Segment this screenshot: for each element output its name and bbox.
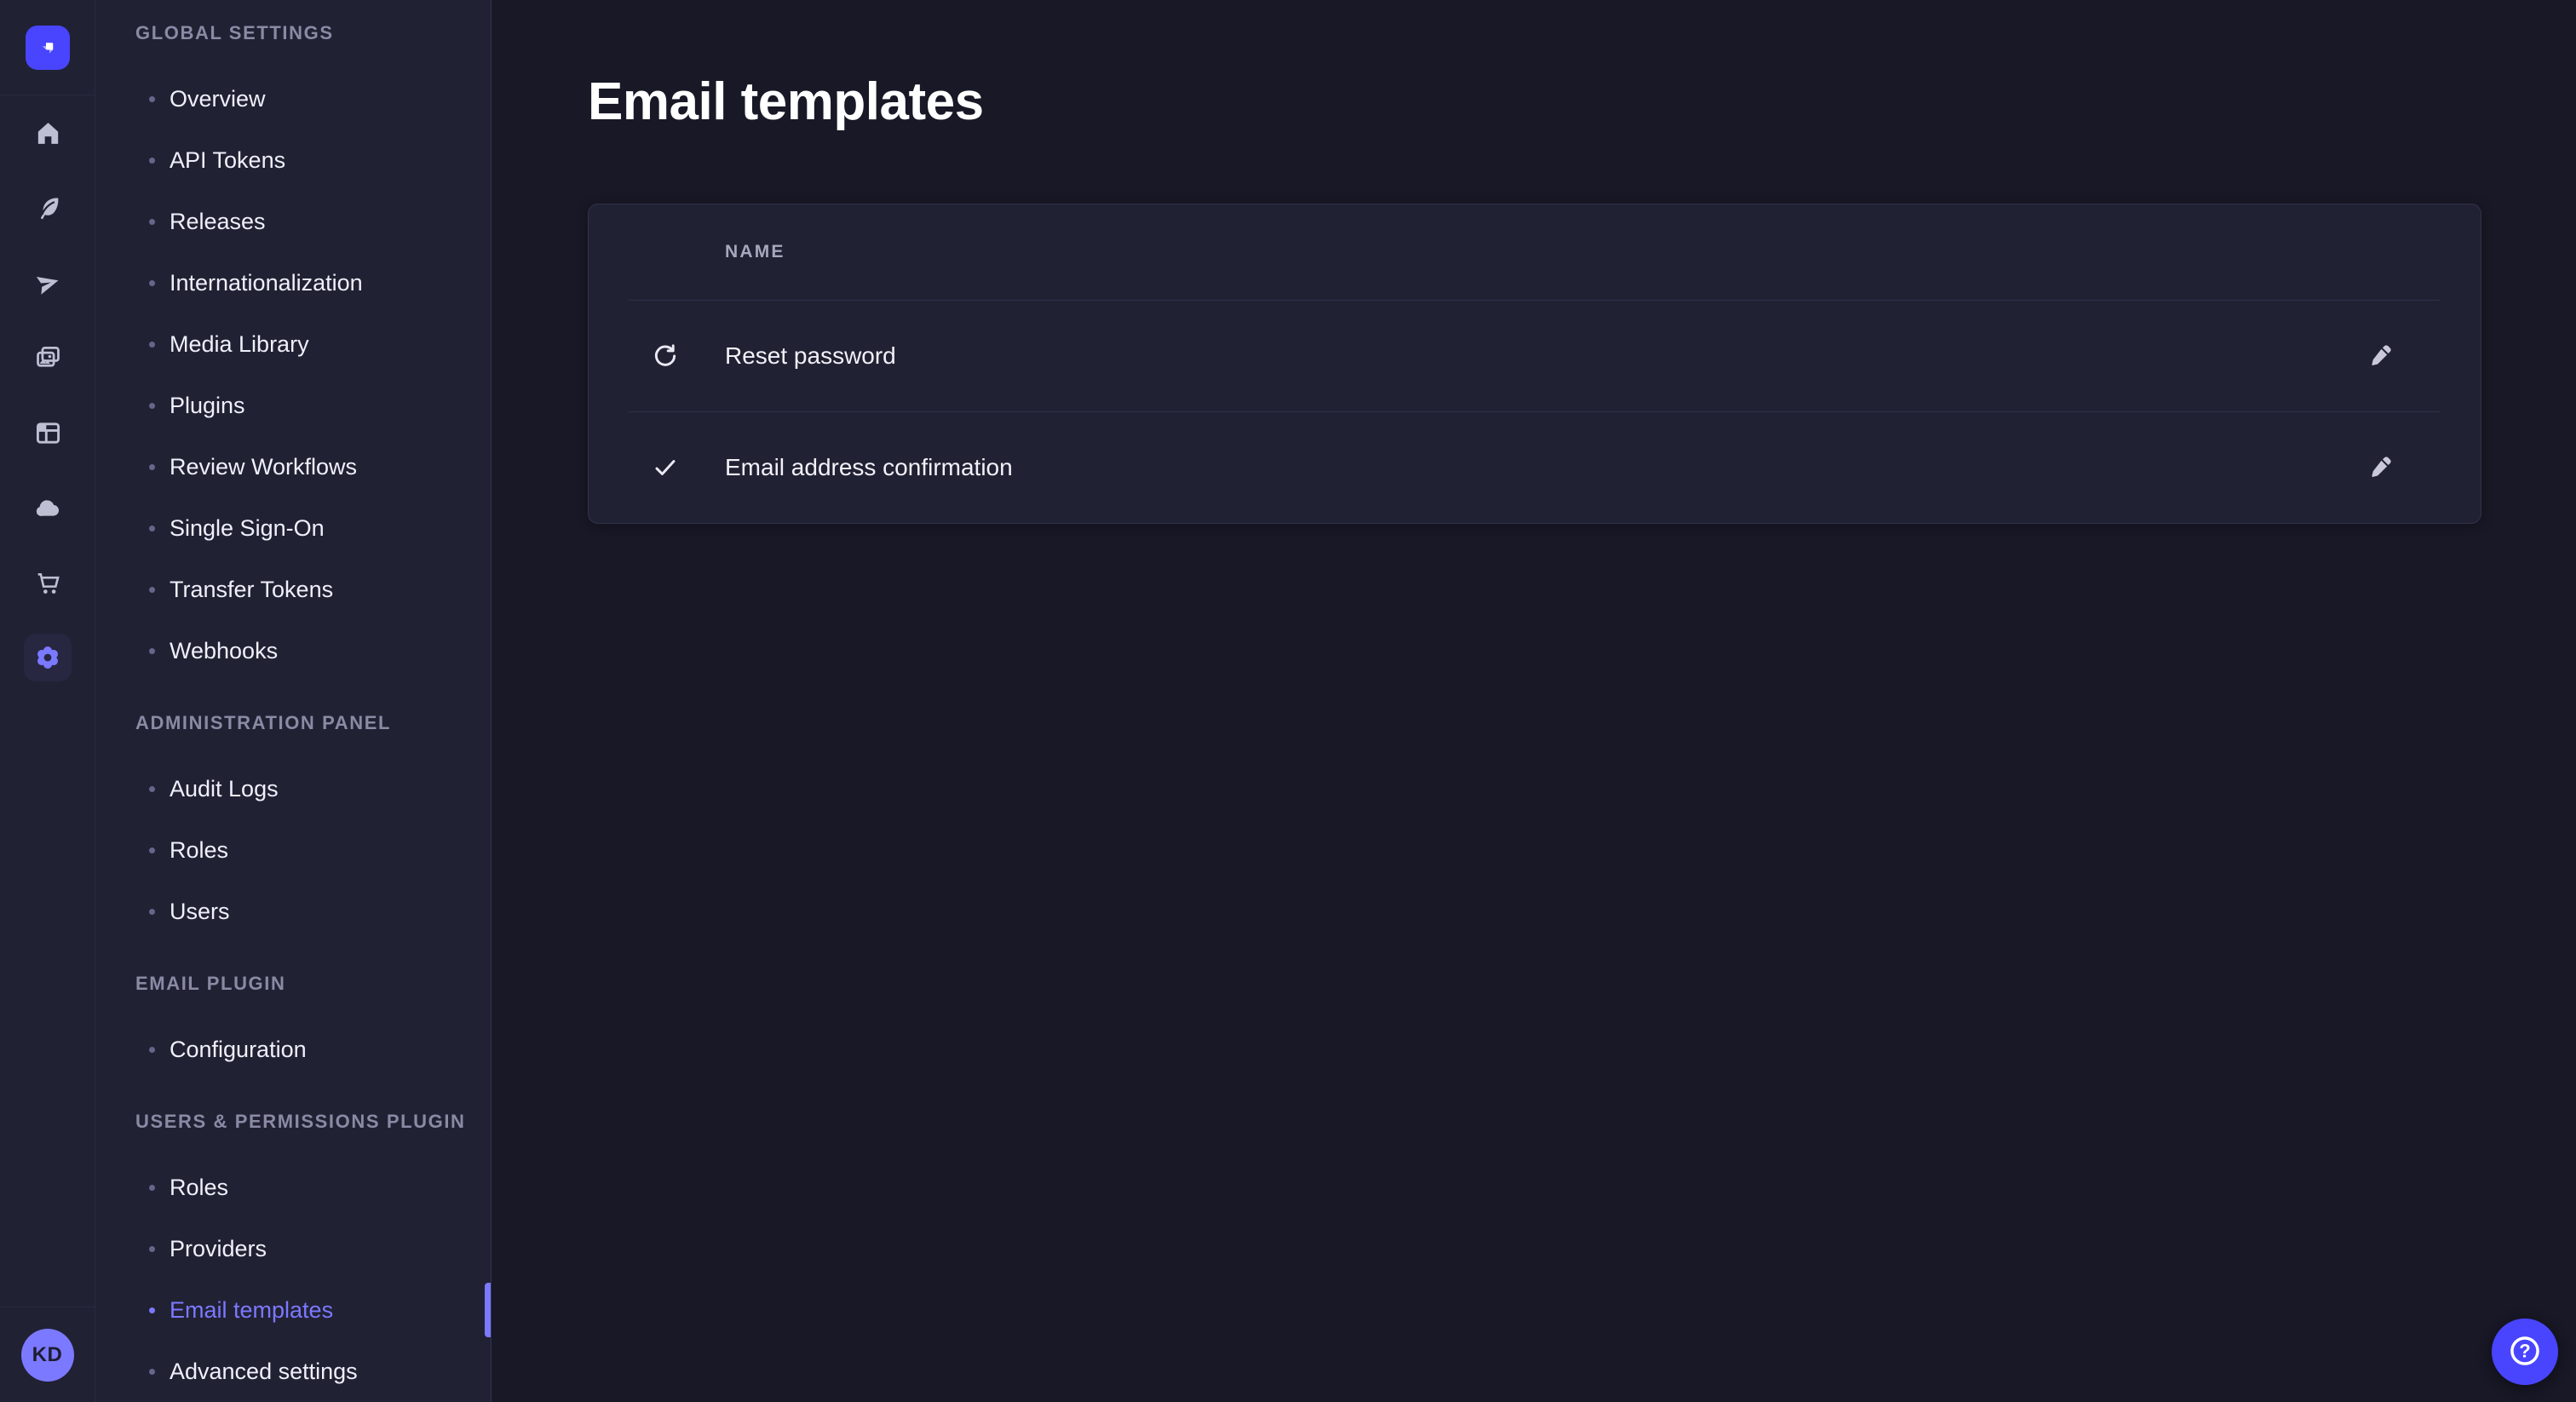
template-name: Reset password: [725, 342, 896, 370]
strapi-logo-icon[interactable]: [26, 26, 70, 70]
bullet-icon: [149, 464, 155, 470]
sidebar-item-media-library[interactable]: Media Library: [95, 313, 491, 375]
main-nav-rail: KD: [0, 0, 95, 1402]
bullet-icon: [149, 1246, 155, 1252]
nav-list: Configuration: [95, 1019, 491, 1080]
page-title: Email templates: [588, 72, 2480, 132]
bullet-icon: [149, 219, 155, 225]
settings-sidebar: GLOBAL SETTINGS Overview API Tokens Rele…: [95, 0, 492, 1402]
sidebar-item-admin-roles[interactable]: Roles: [95, 819, 491, 881]
sidebar-item-providers[interactable]: Providers: [95, 1218, 491, 1279]
help-button[interactable]: ?: [2492, 1319, 2558, 1385]
bullet-icon: [149, 1307, 155, 1313]
bullet-icon: [149, 280, 155, 286]
strapi-admin-app: KD GLOBAL SETTINGS Overview API Tokens R…: [0, 0, 2576, 1402]
sidebar-item-single-sign-on[interactable]: Single Sign-On: [95, 497, 491, 559]
section-title: ADMINISTRATION PANEL: [135, 709, 491, 738]
refresh-icon: [651, 342, 680, 371]
bullet-icon: [149, 786, 155, 792]
sidebar-item-transfer-tokens[interactable]: Transfer Tokens: [95, 559, 491, 620]
nav-list: Audit Logs Roles Users: [95, 758, 491, 942]
pencil-icon: [2367, 453, 2395, 483]
question-circle-icon: ?: [2507, 1333, 2543, 1371]
sidebar-item-admin-users[interactable]: Users: [95, 881, 491, 942]
home-icon[interactable]: [0, 95, 95, 170]
gear-icon: [24, 634, 72, 681]
bullet-icon: [149, 909, 155, 915]
bullet-icon: [149, 526, 155, 531]
logo-cell: [0, 0, 95, 95]
section-email-plugin: EMAIL PLUGIN Configuration: [95, 969, 491, 1080]
settings-rail-item[interactable]: [0, 620, 95, 695]
table-header-name: NAME: [589, 204, 2481, 300]
sidebar-item-plugins[interactable]: Plugins: [95, 375, 491, 436]
section-users-permissions-plugin: USERS & PERMISSIONS PLUGIN Roles Provide…: [95, 1107, 491, 1402]
bullet-icon: [149, 1369, 155, 1375]
bullet-icon: [149, 648, 155, 654]
bullet-icon: [149, 1047, 155, 1053]
sidebar-item-internationalization[interactable]: Internationalization: [95, 252, 491, 313]
section-global-settings: GLOBAL SETTINGS Overview API Tokens Rele…: [95, 19, 491, 681]
layout-icon[interactable]: [0, 395, 95, 470]
bullet-icon: [149, 342, 155, 348]
sidebar-item-review-workflows[interactable]: Review Workflows: [95, 436, 491, 497]
sidebar-item-api-tokens[interactable]: API Tokens: [95, 129, 491, 191]
strapi-logo-glyph: [35, 35, 60, 60]
bullet-icon: [149, 587, 155, 593]
bullet-icon: [149, 1185, 155, 1191]
nav-list: Roles Providers Email templates Advanced…: [95, 1157, 491, 1402]
feather-icon[interactable]: [0, 170, 95, 245]
section-title: GLOBAL SETTINGS: [135, 19, 491, 48]
sidebar-item-webhooks[interactable]: Webhooks: [95, 620, 491, 681]
avatar[interactable]: KD: [21, 1329, 74, 1382]
edit-button[interactable]: [2364, 339, 2398, 373]
sidebar-item-overview[interactable]: Overview: [95, 68, 491, 129]
template-name: Email address confirmation: [725, 454, 1013, 481]
bullet-icon: [149, 158, 155, 164]
rail-icon-nav: [0, 95, 95, 695]
section-title: USERS & PERMISSIONS PLUGIN: [135, 1107, 491, 1136]
sidebar-item-up-roles[interactable]: Roles: [95, 1157, 491, 1218]
table-row-email-address-confirmation[interactable]: Email address confirmation: [589, 412, 2481, 523]
section-administration-panel: ADMINISTRATION PANEL Audit Logs Roles Us…: [95, 709, 491, 942]
bullet-icon: [149, 848, 155, 853]
edit-button[interactable]: [2364, 451, 2398, 485]
check-icon: [651, 453, 680, 482]
paper-plane-icon[interactable]: [0, 245, 95, 320]
main-content: Email templates NAME Reset password: [492, 0, 2576, 1402]
rail-user-area: KD: [0, 1307, 95, 1402]
sidebar-item-releases[interactable]: Releases: [95, 191, 491, 252]
sidebar-item-email-templates[interactable]: Email templates: [95, 1279, 491, 1341]
cloud-icon[interactable]: [0, 470, 95, 545]
bullet-icon: [149, 96, 155, 102]
images-icon[interactable]: [0, 320, 95, 395]
table-row-reset-password[interactable]: Reset password: [589, 301, 2481, 411]
section-title: EMAIL PLUGIN: [135, 969, 491, 998]
pencil-icon: [2367, 342, 2395, 371]
nav-list: Overview API Tokens Releases Internation…: [95, 68, 491, 681]
svg-text:?: ?: [2519, 1340, 2530, 1361]
sidebar-item-audit-logs[interactable]: Audit Logs: [95, 758, 491, 819]
email-templates-table: NAME Reset password: [588, 204, 2481, 524]
cart-icon[interactable]: [0, 545, 95, 620]
sidebar-item-advanced-settings[interactable]: Advanced settings: [95, 1341, 491, 1402]
bullet-icon: [149, 403, 155, 409]
sidebar-item-email-configuration[interactable]: Configuration: [95, 1019, 491, 1080]
